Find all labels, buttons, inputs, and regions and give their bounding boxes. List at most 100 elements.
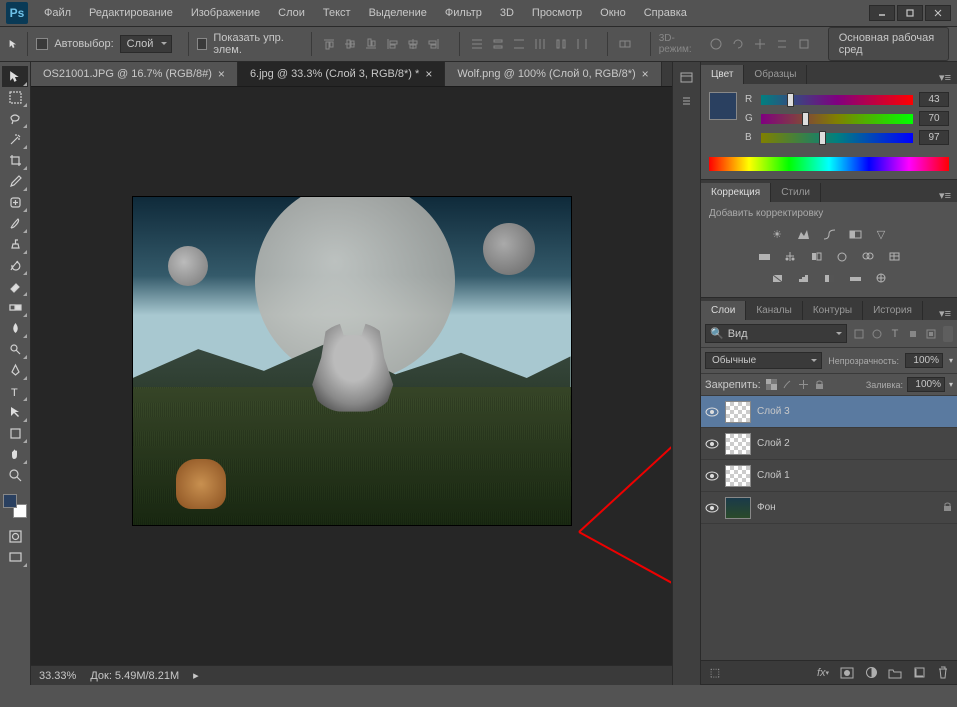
auto-align-icon[interactable] [616,35,634,53]
quickmask-tool[interactable] [2,526,28,547]
menu-filter[interactable]: Фильтр [437,3,490,23]
panel-menu-icon[interactable]: ▾≡ [933,71,957,84]
move-tool[interactable] [2,66,28,87]
spot-heal-tool[interactable] [2,192,28,213]
filter-smart-icon[interactable] [923,326,939,342]
layer-filter-kind[interactable]: 🔍 Вид [705,324,847,343]
menu-layers[interactable]: Слои [270,3,313,23]
align-right-icon[interactable] [425,35,443,53]
exposure-icon[interactable] [846,225,864,243]
visibility-toggle[interactable] [705,469,719,483]
delete-layer-icon[interactable] [935,665,951,681]
3d-slide-icon[interactable] [774,35,790,53]
dist-vcenter-icon[interactable] [489,35,507,53]
filter-toggle[interactable] [943,326,953,342]
dist-left-icon[interactable] [531,35,549,53]
layer-row[interactable]: Фон [701,492,957,524]
posterize-icon[interactable] [794,269,812,287]
lock-all-icon[interactable] [813,378,827,392]
levels-icon[interactable] [794,225,812,243]
bw-icon[interactable] [807,247,825,265]
lock-transparency-icon[interactable] [765,378,779,392]
zoom-level[interactable]: 33.33% [39,670,76,682]
hand-tool[interactable] [2,444,28,465]
tab-channels[interactable]: Каналы [746,301,803,320]
layer-fx-icon[interactable]: fx▾ [815,665,831,681]
lock-pixels-icon[interactable] [781,378,795,392]
vibrance-icon[interactable]: ▽ [872,225,890,243]
brush-tool[interactable] [2,213,28,234]
g-slider[interactable] [761,114,913,124]
eyedropper-tool[interactable] [2,171,28,192]
properties-panel-icon[interactable] [678,92,696,110]
panel-menu-icon[interactable]: ▾≡ [933,307,957,320]
tab-styles[interactable]: Стили [771,183,821,202]
hue-icon[interactable] [755,247,773,265]
filter-type-icon[interactable]: T [887,326,903,342]
color-balance-icon[interactable] [781,247,799,265]
doc-tab-0[interactable]: OS21001.JPG @ 16.7% (RGB/8#)× [31,62,238,86]
color-lookup-icon[interactable] [885,247,903,265]
tab-history[interactable]: История [863,301,923,320]
fill-flyout-icon[interactable]: ▾ [949,380,953,389]
layer-row[interactable]: Слой 1 [701,460,957,492]
auto-select-dropdown[interactable]: Слой [120,35,173,53]
align-left-icon[interactable] [383,35,401,53]
dist-hcenter-icon[interactable] [552,35,570,53]
visibility-toggle[interactable] [705,501,719,515]
panel-menu-icon[interactable]: ▾≡ [933,189,957,202]
tab-paths[interactable]: Контуры [803,301,863,320]
3d-pan-icon[interactable] [752,35,768,53]
tab-swatches[interactable]: Образцы [744,65,807,84]
workspace-switcher[interactable]: Основная рабочая сред [828,27,949,61]
r-slider[interactable] [761,95,913,105]
link-layers-icon[interactable]: ⬚ [707,665,723,681]
blend-mode-dropdown[interactable]: Обычные [705,352,822,369]
zoom-tool[interactable] [2,465,28,486]
doc-tab-2[interactable]: Wolf.png @ 100% (Слой 0, RGB/8*)× [445,62,661,86]
curves-icon[interactable] [820,225,838,243]
layer-row[interactable]: Слой 2 [701,428,957,460]
menu-view[interactable]: Просмотр [524,3,590,23]
pen-tool[interactable] [2,360,28,381]
filter-pixel-icon[interactable] [851,326,867,342]
show-transform-checkbox[interactable] [197,38,207,50]
menu-3d[interactable]: 3D [492,3,522,23]
type-tool[interactable]: T [2,381,28,402]
close-button[interactable] [925,5,951,21]
layer-row[interactable]: Слой 3 [701,396,957,428]
3d-scale-icon[interactable] [796,35,812,53]
minimize-button[interactable] [869,5,895,21]
color-preview[interactable] [709,92,737,120]
blur-tool[interactable] [2,318,28,339]
menu-select[interactable]: Выделение [361,3,435,23]
layer-name[interactable]: Слой 3 [757,406,790,417]
canvas[interactable] [132,196,572,526]
opacity-flyout-icon[interactable]: ▾ [949,356,953,365]
menu-text[interactable]: Текст [315,3,359,23]
color-swatches[interactable] [3,494,27,518]
align-hcenter-icon[interactable] [404,35,422,53]
menu-edit[interactable]: Редактирование [81,3,181,23]
layer-thumbnail[interactable] [725,465,751,487]
filter-shape-icon[interactable] [905,326,921,342]
maximize-button[interactable] [897,5,923,21]
align-top-icon[interactable] [320,35,338,53]
threshold-icon[interactable] [820,269,838,287]
align-bottom-icon[interactable] [362,35,380,53]
foreground-color-swatch[interactable] [3,494,17,508]
clone-stamp-tool[interactable] [2,234,28,255]
shape-tool[interactable] [2,423,28,444]
gradient-map-icon[interactable] [846,269,864,287]
marquee-tool[interactable] [2,87,28,108]
gradient-tool[interactable] [2,297,28,318]
menu-help[interactable]: Справка [636,3,695,23]
visibility-toggle[interactable] [705,437,719,451]
layer-thumbnail[interactable] [725,433,751,455]
menu-window[interactable]: Окно [592,3,634,23]
history-panel-icon[interactable] [678,68,696,86]
fill-input[interactable]: 100% [907,377,945,392]
menu-file[interactable]: Файл [36,3,79,23]
b-value[interactable]: 97 [919,130,949,145]
crop-tool[interactable] [2,150,28,171]
